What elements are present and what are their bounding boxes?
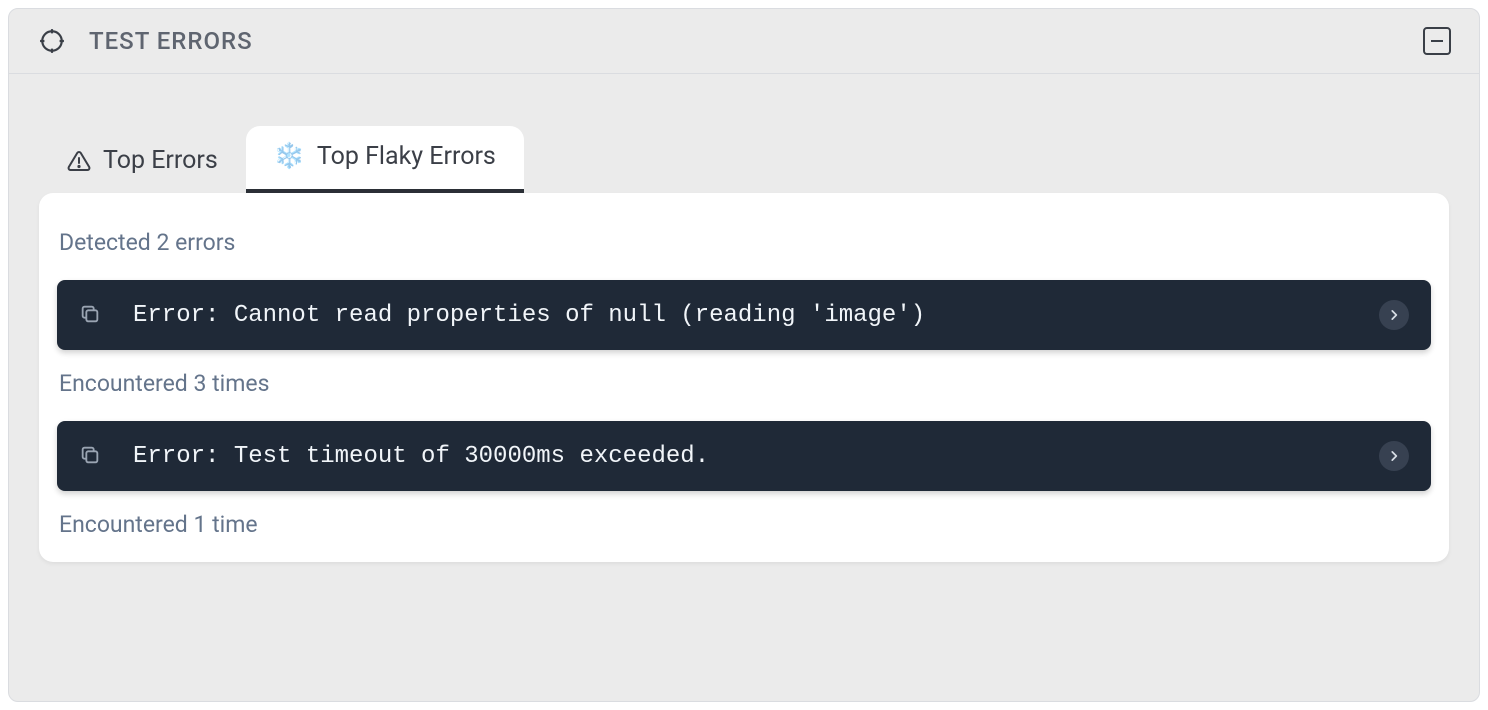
- collapse-button[interactable]: [1423, 27, 1451, 55]
- expand-button[interactable]: [1379, 441, 1409, 471]
- error-row[interactable]: Error: Cannot read properties of null (r…: [57, 280, 1431, 350]
- tab-top-errors[interactable]: Top Errors: [39, 130, 246, 193]
- error-message: Error: Test timeout of 30000ms exceeded.: [133, 443, 709, 470]
- error-row-left: Error: Test timeout of 30000ms exceeded.: [79, 443, 709, 470]
- target-icon: [39, 28, 65, 54]
- minus-icon: [1431, 40, 1443, 42]
- tabs: Top Errors ❄️ Top Flaky Errors: [39, 126, 1449, 193]
- warning-triangle-icon: [67, 149, 91, 173]
- expand-button[interactable]: [1379, 300, 1409, 330]
- copy-icon[interactable]: [79, 303, 103, 327]
- errors-content: Detected 2 errors Error: Cannot read pro…: [39, 193, 1449, 562]
- panel-title: TEST ERRORS: [89, 27, 253, 55]
- summary-text: Detected 2 errors: [39, 219, 1449, 280]
- panel-header: TEST ERRORS: [9, 9, 1479, 74]
- chevron-right-icon: [1387, 449, 1401, 463]
- tab-label: Top Errors: [103, 146, 218, 175]
- chevron-right-icon: [1387, 308, 1401, 322]
- tab-top-flaky-errors[interactable]: ❄️ Top Flaky Errors: [246, 126, 524, 193]
- copy-icon[interactable]: [79, 444, 103, 468]
- error-count: Encountered 1 time: [39, 491, 1449, 538]
- test-errors-panel: TEST ERRORS Top Errors ❄️ Top Flaky Erro…: [8, 8, 1480, 702]
- snowflake-icon: ❄️: [274, 144, 305, 169]
- error-row-left: Error: Cannot read properties of null (r…: [79, 302, 925, 329]
- error-message: Error: Cannot read properties of null (r…: [133, 302, 925, 329]
- error-row[interactable]: Error: Test timeout of 30000ms exceeded.: [57, 421, 1431, 491]
- tab-label: Top Flaky Errors: [317, 142, 496, 171]
- panel-header-left: TEST ERRORS: [39, 27, 253, 55]
- error-count: Encountered 3 times: [39, 350, 1449, 421]
- panel-body: Top Errors ❄️ Top Flaky Errors Detected …: [9, 74, 1479, 592]
